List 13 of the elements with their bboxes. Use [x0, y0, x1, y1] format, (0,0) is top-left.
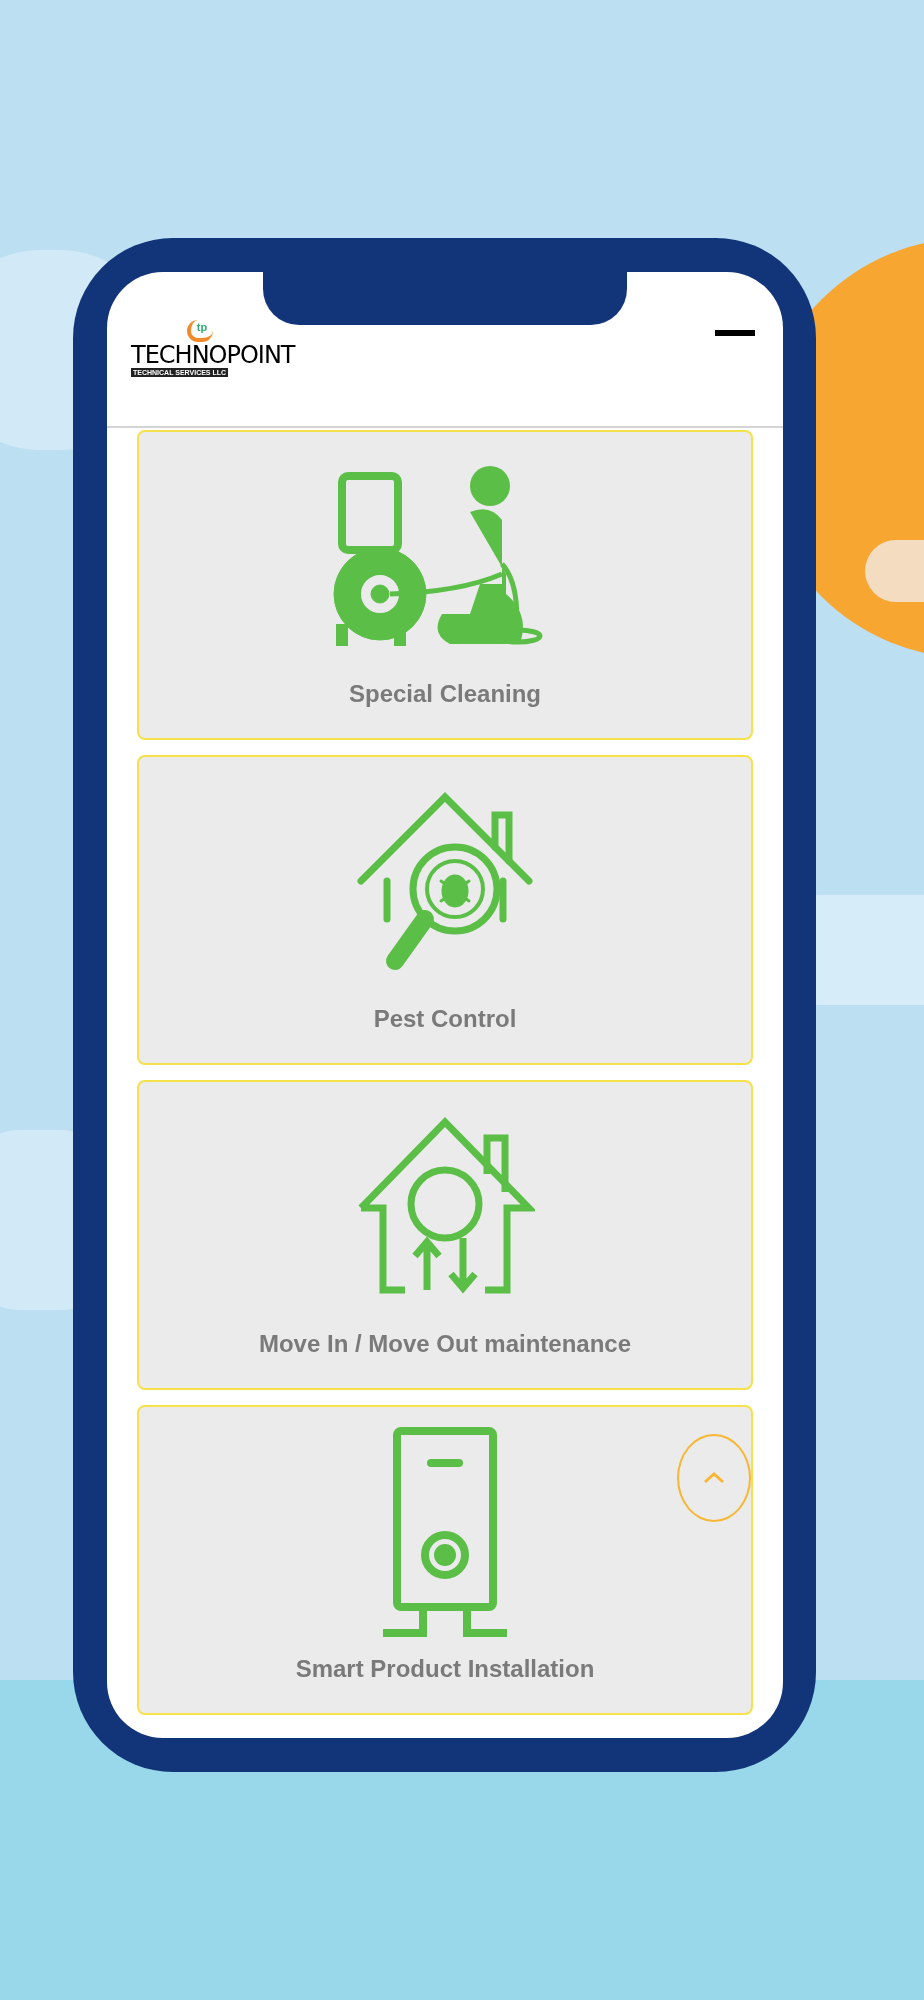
chevron-up-icon [703, 1472, 725, 1484]
scroll-to-top-button[interactable] [677, 1434, 751, 1522]
service-title: Smart Product Installation [295, 1654, 595, 1684]
service-card[interactable]: Pest Control [137, 755, 753, 1065]
service-title: Special Cleaning [348, 679, 542, 709]
service-card[interactable]: Move In / Move Out maintenance [137, 1080, 753, 1390]
service-title: Move In / Move Out maintenance [258, 1329, 632, 1359]
menu-button[interactable] [715, 330, 755, 336]
service-title: Pest Control [373, 1004, 517, 1034]
service-card[interactable]: Special Cleaning [137, 430, 753, 740]
logo-wordmark: TECHNOPOINT [131, 342, 295, 368]
logo-emblem: tp [187, 320, 213, 342]
service-card[interactable]: Smart Product Installation [137, 1405, 753, 1715]
